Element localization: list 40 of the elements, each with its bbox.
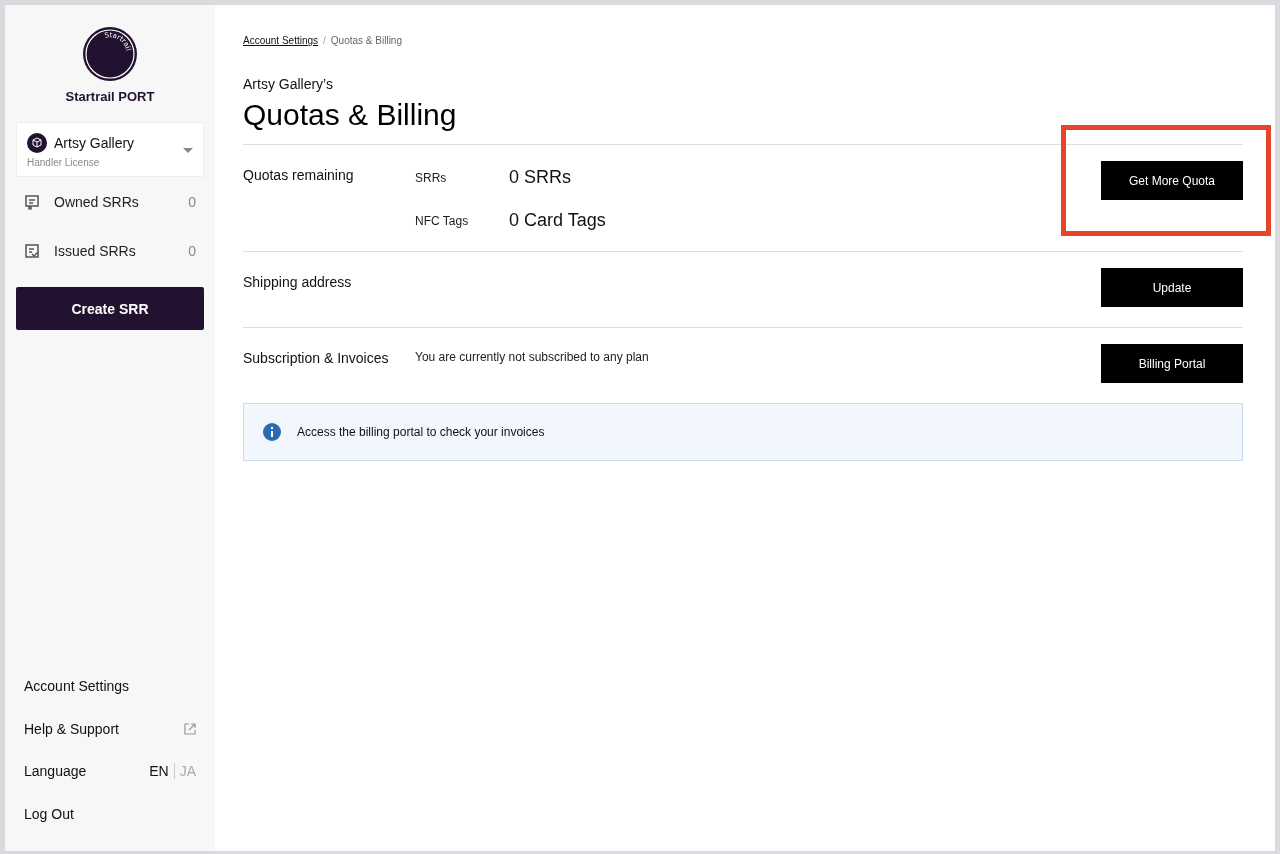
nav-count: 0 — [188, 242, 196, 259]
nav-count: 0 — [188, 193, 196, 210]
nav-item[interactable]: Issued SRRs 0 — [16, 226, 204, 275]
brand-name: Startrail PORT — [65, 89, 155, 104]
sidebar-link[interactable]: Help & Support — [16, 707, 204, 750]
quota-label: SRRs — [415, 170, 448, 185]
subscription-note: You are currently not subscribed to any plan — [415, 350, 650, 364]
quota-label: NFC Tags — [415, 213, 470, 228]
action-button[interactable]: Update — [1101, 268, 1243, 307]
breadcrumb-link[interactable]: Account Settings — [243, 35, 319, 46]
cube-icon — [27, 133, 47, 153]
sidebar-link[interactable]: Account Settings — [16, 665, 204, 708]
action-button[interactable]: Get More Quota — [1101, 161, 1243, 200]
breadcrumb-current: Quotas & Billing — [330, 35, 402, 46]
nav-item[interactable]: Owned SRRs 0 — [16, 177, 204, 226]
nav-label: Issued SRRs — [54, 242, 136, 259]
language-label: Language — [24, 763, 87, 780]
section-label: Shipping address — [243, 274, 353, 292]
account-name: Artsy Gallery — [54, 135, 135, 151]
page-title: Quotas & Billing — [243, 98, 458, 132]
account-selector[interactable]: Artsy Gallery Handler License — [16, 122, 204, 177]
quota-value: 0 Card Tags — [509, 210, 606, 231]
page-subtitle: Artsy Gallery’s — [243, 76, 334, 92]
external-link-icon — [184, 722, 196, 735]
language-option[interactable]: EN — [149, 763, 169, 780]
breadcrumb-separator: / — [323, 35, 326, 46]
license-label: Handler License — [27, 157, 101, 168]
certificate-icon — [24, 193, 40, 210]
checklist-icon — [24, 242, 40, 259]
quota-value: 0 SRRs — [509, 167, 571, 188]
link-label: Help & Support — [24, 720, 119, 737]
action-button[interactable]: Billing Portal — [1101, 344, 1243, 383]
section-label: Subscription & Invoices — [243, 350, 390, 368]
info-text: Access the billing portal to check your invoices — [297, 425, 545, 439]
nav-label: Owned SRRs — [54, 193, 139, 210]
caret-icon — [183, 148, 193, 153]
info-icon — [263, 423, 281, 441]
section-label: Quotas remaining — [243, 167, 355, 185]
create-srr-button[interactable]: Create SRR — [16, 287, 204, 330]
sidebar-link[interactable]: Log Out — [16, 792, 204, 835]
